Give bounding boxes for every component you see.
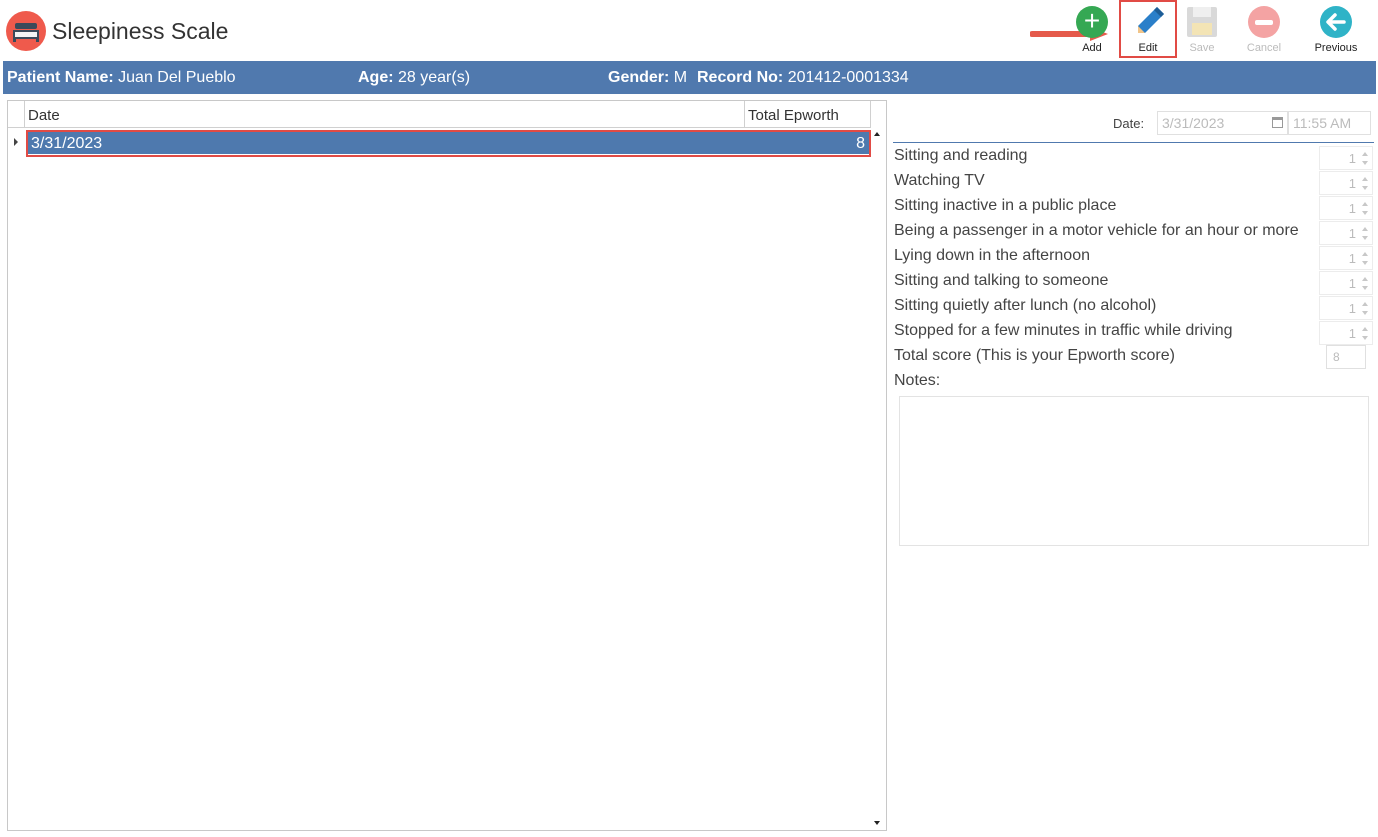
table-row[interactable]: 3/31/2023 8 <box>26 130 871 157</box>
cell-date: 3/31/2023 <box>31 135 103 152</box>
question-score-stepper[interactable]: 1 <box>1319 321 1373 345</box>
question-label: Watching TV <box>894 172 985 189</box>
question-score-stepper[interactable]: 1 <box>1319 271 1373 295</box>
arrow-left-icon <box>1320 6 1352 38</box>
page-title: Sleepiness Scale <box>52 18 229 44</box>
scroll-up-icon[interactable] <box>874 132 880 136</box>
total-score-label: Total score (This is your Epworth score) <box>894 347 1175 364</box>
calendar-icon[interactable] <box>1272 117 1283 128</box>
question-label: Stopped for a few minutes in traffic whi… <box>894 322 1233 339</box>
cancel-button[interactable]: Cancel <box>1234 4 1294 58</box>
epworth-history-grid: Date Total Epworth 3/31/2023 8 <box>7 100 887 831</box>
edit-button[interactable]: Edit <box>1119 0 1177 58</box>
floppy-disk-icon <box>1187 7 1217 37</box>
question-label: Lying down in the afternoon <box>894 247 1090 264</box>
question-label: Sitting and reading <box>894 147 1028 164</box>
patient-record-number: Record No: 201412-0001334 <box>697 69 909 86</box>
previous-label: Previous <box>1314 42 1358 54</box>
time-field[interactable]: 11:55 AM <box>1288 111 1371 135</box>
save-label: Save <box>1189 42 1215 54</box>
minus-circle-icon <box>1248 6 1280 38</box>
patient-name: Patient Name: Juan Del Pueblo <box>7 69 236 86</box>
question-label: Sitting quietly after lunch (no alcohol) <box>894 297 1157 314</box>
scroll-down-icon[interactable] <box>874 821 880 825</box>
date-field[interactable]: 3/31/2023 <box>1157 111 1288 135</box>
question-score-stepper[interactable]: 1 <box>1319 196 1373 220</box>
grid-header: Date Total Epworth <box>8 101 871 128</box>
cell-total-epworth: 8 <box>856 135 865 152</box>
question-score-stepper[interactable]: 1 <box>1319 296 1373 320</box>
notes-label: Notes: <box>894 372 941 389</box>
save-button[interactable]: Save <box>1172 4 1232 58</box>
add-label: Add <box>1082 42 1102 54</box>
form-divider <box>893 142 1374 143</box>
add-button[interactable]: Add <box>1062 4 1122 58</box>
question-label: Sitting inactive in a public place <box>894 197 1117 214</box>
question-score-stepper[interactable]: 1 <box>1319 246 1373 270</box>
question-label: Sitting and talking to someone <box>894 272 1109 289</box>
column-header-date[interactable]: Date <box>28 107 60 124</box>
plus-icon <box>1076 6 1108 38</box>
question-score-stepper[interactable]: 1 <box>1319 221 1373 245</box>
pencil-icon <box>1138 7 1164 33</box>
column-header-total-epworth[interactable]: Total Epworth <box>748 107 839 124</box>
vertical-scrollbar[interactable] <box>869 128 886 830</box>
cancel-label: Cancel <box>1246 42 1282 54</box>
edit-label: Edit <box>1138 42 1158 54</box>
current-row-indicator-icon <box>14 138 18 146</box>
patient-age: Age: 28 year(s) <box>358 69 471 86</box>
date-label: Date: <box>1113 116 1145 131</box>
patient-info-banner: Patient Name: Juan Del Pueblo Age: 28 ye… <box>3 61 1376 94</box>
total-score-field: 8 <box>1326 345 1366 369</box>
patient-gender: Gender: M <box>608 69 688 86</box>
question-score-stepper[interactable]: 1 <box>1319 171 1373 195</box>
sleepiness-app-icon <box>6 11 46 51</box>
previous-button[interactable]: Previous <box>1306 4 1366 58</box>
notes-textarea[interactable] <box>899 396 1369 546</box>
question-score-stepper[interactable]: 1 <box>1319 146 1373 170</box>
question-label: Being a passenger in a motor vehicle for… <box>894 222 1299 239</box>
